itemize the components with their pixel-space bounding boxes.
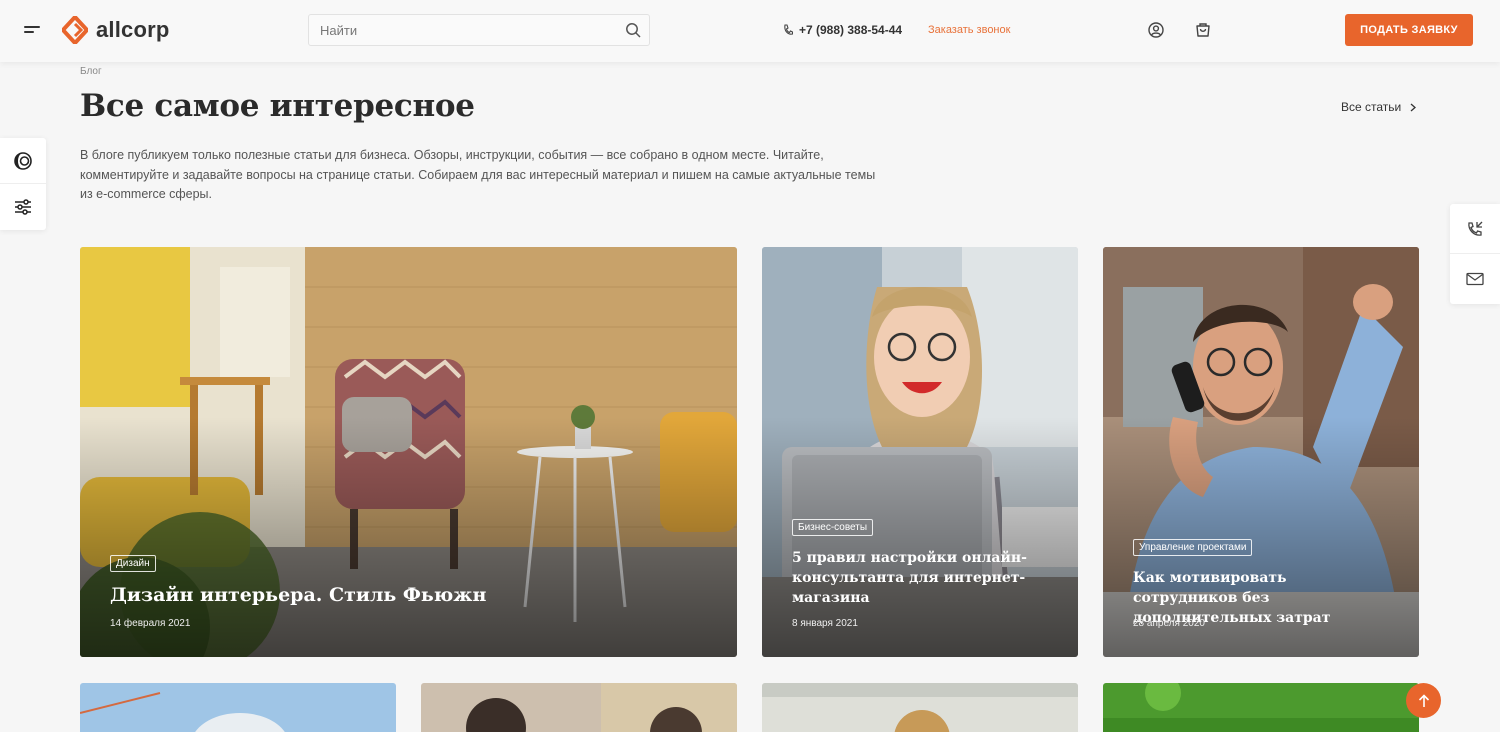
theme-toggle-button[interactable] [0,138,46,184]
arrow-up-icon [1418,693,1429,707]
submit-request-button[interactable]: ПОДАТЬ ЗАЯВКУ [1345,14,1473,46]
blog-intro: В блоге публикуем только полезные статьи… [80,148,876,201]
page-title: Все самое интересное [80,88,475,124]
article-card[interactable] [762,683,1078,732]
chevron-right-icon [1410,103,1417,111]
mail-icon [1466,272,1484,286]
burger-menu-icon[interactable] [24,26,40,36]
card-title[interactable]: 5 правил настройки онлайн-консультанта д… [792,548,1052,608]
site-header: allcorp +7 (988) 388-54-44 Заказать звон… [0,0,1500,62]
call-button[interactable] [1450,204,1500,254]
scroll-to-top-button[interactable] [1406,683,1441,718]
all-articles-label: Все статьи [1341,100,1402,114]
search-icon[interactable] [625,22,641,38]
card-title[interactable]: Дизайн интерьера. Стиль Фьюжн [110,583,630,607]
left-tools-panel [0,138,46,230]
phone-call-icon [1468,221,1483,236]
article-image [421,683,737,732]
search-input[interactable] [309,15,609,45]
search-box[interactable] [308,14,650,46]
article-image [762,683,1078,732]
logo-text: allcorp [96,17,170,42]
article-card[interactable] [421,683,737,732]
all-articles-link[interactable]: Все статьи [1341,100,1417,114]
article-card[interactable] [1103,683,1419,732]
callback-link[interactable]: Заказать звонок [928,24,1010,36]
article-card[interactable]: Бизнес-советы 5 правил настройки онлайн-… [762,247,1078,657]
cart-icon[interactable] [1194,21,1212,39]
filters-button[interactable] [0,184,46,230]
card-date: 8 января 2021 [792,618,858,629]
card-category-tag[interactable]: Бизнес-советы [792,519,874,536]
article-card[interactable]: Управление проектами Как мотивировать со… [1103,247,1419,657]
right-contact-panel [1450,204,1500,304]
breadcrumb[interactable]: Блог [80,66,102,77]
article-card[interactable]: Дизайн Дизайн интерьера. Стиль Фьюжн 14 … [80,247,737,657]
logo-icon [62,16,88,44]
phone-block[interactable]: +7 (988) 388-54-44 [783,23,902,37]
mail-button[interactable] [1450,254,1500,304]
phone-number[interactable]: +7 (988) 388-54-44 [799,23,902,37]
article-image [80,683,396,732]
card-date: 14 февраля 2021 [110,618,191,629]
settings-sliders-icon [15,199,31,215]
user-icon[interactable] [1147,21,1165,39]
theme-toggle-icon [14,151,32,170]
card-date: 28 апреля 2020 [1133,618,1205,629]
logo[interactable]: allcorp [62,16,170,44]
phone-icon [784,24,793,35]
article-image [1103,683,1419,732]
article-card[interactable] [80,683,396,732]
card-category-tag[interactable]: Управление проектами [1133,539,1253,556]
card-category-tag[interactable]: Дизайн [110,555,156,572]
